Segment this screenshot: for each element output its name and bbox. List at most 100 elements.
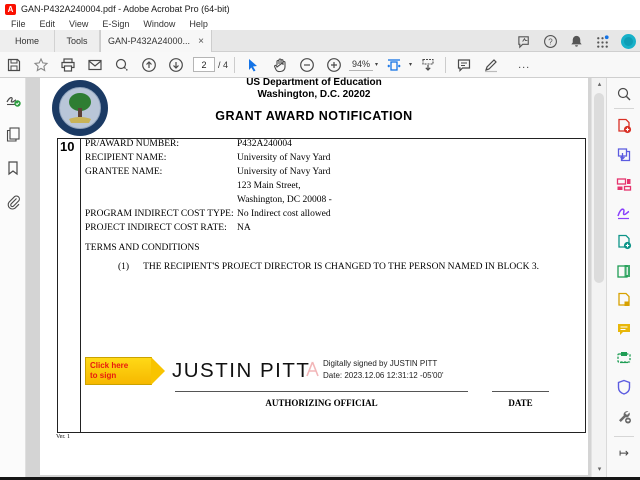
page-number-input[interactable]: 2 (193, 57, 215, 72)
doc-header-line2: Washington, D.C. 20202 (257, 89, 371, 100)
save-button[interactable] (0, 52, 27, 77)
field-value: Washington, DC 20008 - (237, 195, 332, 205)
toolbar-divider (234, 56, 236, 73)
hand-icon (273, 57, 286, 72)
fit-dropdown-caret-icon[interactable]: ▾ (409, 61, 412, 68)
pdf-page[interactable]: US Department of Education Washington, D… (40, 77, 588, 475)
comment-icon (457, 58, 470, 72)
tab-tools[interactable]: Tools (55, 30, 100, 52)
title-bar: A GAN-P432A240004.pdf - Adobe Acrobat Pr… (0, 0, 640, 18)
zoom-in-button[interactable] (320, 52, 347, 77)
menu-bar: File Edit View E-Sign Window Help (0, 18, 640, 30)
request-signatures-icon[interactable] (616, 234, 632, 250)
scroll-mode-button[interactable] (414, 52, 441, 77)
attachments-paperclip-icon[interactable] (5, 194, 21, 210)
protect-shield-icon[interactable] (616, 379, 632, 395)
favorite-button[interactable] (27, 52, 54, 77)
page-total-label: / 4 (218, 59, 229, 70)
save-icon (7, 58, 20, 71)
window-title: GAN-P432A240004.pdf - Adobe Acrobat Pro … (21, 4, 230, 14)
envelope-icon (87, 59, 102, 70)
edit-pdf-icon[interactable] (616, 263, 632, 279)
tab-bar: Home Tools GAN-P432A24000... × ? (0, 30, 640, 52)
menu-help[interactable]: Help (182, 19, 215, 29)
email-button[interactable] (81, 52, 108, 77)
terms-item-text: THE RECIPIENT'S PROJECT DIRECTOR IS CHAN… (143, 262, 539, 272)
field-row: 123 Main Street, (85, 181, 301, 191)
tab-document[interactable]: GAN-P432A24000... × (100, 30, 212, 52)
more-tools-ellipsis[interactable]: ... (518, 59, 530, 71)
scrollbar-thumb[interactable] (594, 93, 604, 283)
hand-tool-button[interactable] (266, 52, 293, 77)
sign-tag-line2: to sign (90, 371, 117, 380)
adobe-signature-glyph-icon (306, 361, 319, 377)
acrobat-logo-icon: A (5, 3, 16, 15)
menu-view[interactable]: View (62, 19, 95, 29)
notifications-bell-icon[interactable] (569, 34, 584, 49)
create-pdf-icon[interactable] (616, 118, 632, 134)
search-icon (115, 58, 128, 71)
zoom-level-value[interactable]: 94% (349, 58, 374, 71)
signatures-panel-icon[interactable] (5, 92, 21, 108)
field-label: PR/AWARD NUMBER: (85, 139, 179, 149)
zoom-out-button[interactable] (293, 52, 320, 77)
open-tools-pane-icon[interactable]: ↦ (607, 446, 640, 460)
terms-item: (1) THE RECIPIENT'S PROJECT DIRECTOR IS C… (118, 262, 539, 272)
menu-edit[interactable]: Edit (33, 19, 63, 29)
search-icon[interactable] (616, 86, 632, 102)
next-page-button[interactable] (162, 52, 189, 77)
organize-pages-icon[interactable] (616, 176, 632, 192)
menu-esign[interactable]: E-Sign (95, 19, 136, 29)
fit-width-icon (386, 58, 401, 71)
digital-signature-line2: Date: 2023.12.06 12:31:12 -05'00' (323, 370, 444, 380)
scroll-down-arrow-icon[interactable]: ▾ (592, 463, 607, 477)
doc-header-line1: US Department of Education (246, 77, 382, 88)
help-icon[interactable]: ? (543, 34, 558, 49)
star-icon (33, 57, 48, 72)
field-row: PR/AWARD NUMBER: P432A240004 (85, 139, 292, 149)
previous-page-button[interactable] (135, 52, 162, 77)
fit-width-button[interactable] (380, 52, 407, 77)
tab-home[interactable]: Home (0, 30, 55, 52)
select-tool-button[interactable] (239, 52, 266, 77)
bookmarks-icon[interactable] (5, 160, 21, 176)
sign-button[interactable] (477, 52, 504, 77)
menu-file[interactable]: File (4, 19, 33, 29)
authorizing-signature-line (175, 391, 468, 392)
field-value: 123 Main Street, (237, 181, 301, 191)
field-value: University of Navy Yard (237, 153, 331, 163)
print-button[interactable] (54, 52, 81, 77)
tab-close-icon[interactable]: × (198, 36, 204, 47)
find-button[interactable] (108, 52, 135, 77)
click-to-sign-tag[interactable]: Click here to sign (85, 357, 165, 385)
feedback-icon[interactable] (517, 34, 532, 49)
field-row: GRANTEE NAME: University of Navy Yard (85, 167, 330, 177)
arrow-down-circle-icon (168, 57, 183, 72)
acrobat-window: A GAN-P432A240004.pdf - Adobe Acrobat Pr… (0, 0, 640, 480)
export-pdf-icon[interactable] (616, 147, 632, 163)
more-tools-wrench-icon[interactable] (616, 408, 632, 424)
tools-rail: ↦ (606, 78, 640, 477)
arrow-up-circle-icon (141, 57, 156, 72)
field-label: RECIPIENT NAME: (85, 153, 167, 163)
compress-pdf-icon[interactable] (616, 292, 632, 308)
digital-signature-details: Digitally signed by JUSTIN PITT Date: 20… (323, 358, 443, 381)
fill-sign-icon[interactable] (616, 205, 632, 221)
field-row: RECIPIENT NAME: University of Navy Yard (85, 153, 330, 163)
field-label: PROJECT INDIRECT COST RATE: (85, 223, 227, 233)
tab-tools-label: Tools (66, 36, 88, 46)
scroll-up-arrow-icon[interactable]: ▴ (592, 78, 607, 92)
signature-name: JUSTIN PITT (172, 359, 311, 382)
user-avatar[interactable] (621, 33, 636, 49)
block-number: 10 (60, 139, 75, 154)
page-thumbnails-icon[interactable] (5, 126, 21, 142)
scan-ocr-icon[interactable] (616, 350, 632, 366)
comment-tool-icon[interactable] (616, 321, 632, 337)
vertical-scrollbar[interactable]: ▴ ▾ (591, 78, 606, 477)
comment-button[interactable] (450, 52, 477, 77)
menu-window[interactable]: Window (136, 19, 182, 29)
cursor-icon (248, 58, 257, 71)
apps-grid-icon[interactable] (595, 34, 610, 49)
field-row: PROGRAM INDIRECT COST TYPE: No Indirect c… (85, 209, 331, 219)
zoom-dropdown-caret-icon[interactable]: ▾ (375, 61, 378, 68)
